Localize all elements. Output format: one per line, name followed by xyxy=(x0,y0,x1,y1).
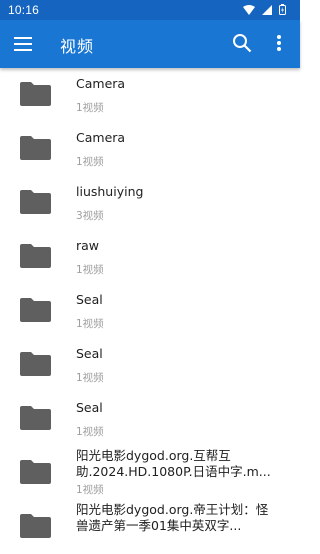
folder-count: 1视频 xyxy=(76,484,104,496)
folder-count: 1视频 xyxy=(76,102,104,114)
folder-icon xyxy=(20,459,51,484)
folder-icon xyxy=(20,405,51,430)
battery-icon xyxy=(279,4,286,18)
folder-row[interactable]: Camera 1视频 xyxy=(0,122,300,176)
folder-icon xyxy=(20,81,51,106)
folder-name: 阳光电影dygod.org.互帮互助.2024.HD.1080P.日语中字.m.… xyxy=(76,448,271,479)
search-icon[interactable] xyxy=(232,33,252,53)
folder-name: Camera xyxy=(76,76,126,91)
status-bar: 10:16 xyxy=(0,0,300,20)
folder-row[interactable]: 阳光电影dygod.org.互帮互助.2024.HD.1080P.日语中字.m.… xyxy=(0,446,300,500)
folder-icon xyxy=(20,189,51,214)
folder-name: Seal xyxy=(76,400,103,415)
folder-row[interactable]: raw 1视频 xyxy=(0,230,300,284)
folder-icon xyxy=(20,243,51,268)
folder-row[interactable]: Seal 1视频 xyxy=(0,338,300,392)
folder-name: Seal xyxy=(76,346,103,361)
folder-count: 3视频 xyxy=(76,210,104,222)
folder-count: 1视频 xyxy=(76,264,104,276)
menu-icon[interactable] xyxy=(14,36,32,51)
folder-count: 1视频 xyxy=(76,318,104,330)
folder-count: 1视频 xyxy=(76,156,104,168)
folder-count: 1视频 xyxy=(76,426,104,438)
more-vert-icon[interactable] xyxy=(276,34,282,52)
folder-count: 1视频 xyxy=(76,372,104,384)
folder-list: Camera 1视频 Camera 1视频 liushuiying 3视频 ra… xyxy=(0,68,300,554)
folder-name: raw xyxy=(76,238,100,253)
folder-row[interactable]: Seal 1视频 xyxy=(0,284,300,338)
folder-row[interactable]: 阳光电影dygod.org.帝王计划：怪兽遗产第一季01集中英双字... xyxy=(0,500,300,554)
folder-name: liushuiying xyxy=(76,184,144,199)
status-icons xyxy=(243,4,286,18)
folder-row[interactable]: Seal 1视频 xyxy=(0,392,300,446)
folder-icon xyxy=(20,351,51,376)
folder-name: Camera xyxy=(76,130,126,145)
folder-icon xyxy=(20,297,51,322)
app-bar: 视频 xyxy=(0,20,300,68)
folder-row[interactable]: Camera 1视频 xyxy=(0,68,300,122)
folder-row[interactable]: liushuiying 3视频 xyxy=(0,176,300,230)
folder-icon xyxy=(20,513,51,538)
folder-name: Seal xyxy=(76,292,103,307)
wifi-icon xyxy=(243,4,255,18)
page-title: 视频 xyxy=(60,37,95,56)
folder-icon xyxy=(20,135,51,160)
status-time: 10:16 xyxy=(8,3,40,17)
folder-name: 阳光电影dygod.org.帝王计划：怪兽遗产第一季01集中英双字... xyxy=(76,502,269,533)
signal-icon xyxy=(262,4,272,18)
